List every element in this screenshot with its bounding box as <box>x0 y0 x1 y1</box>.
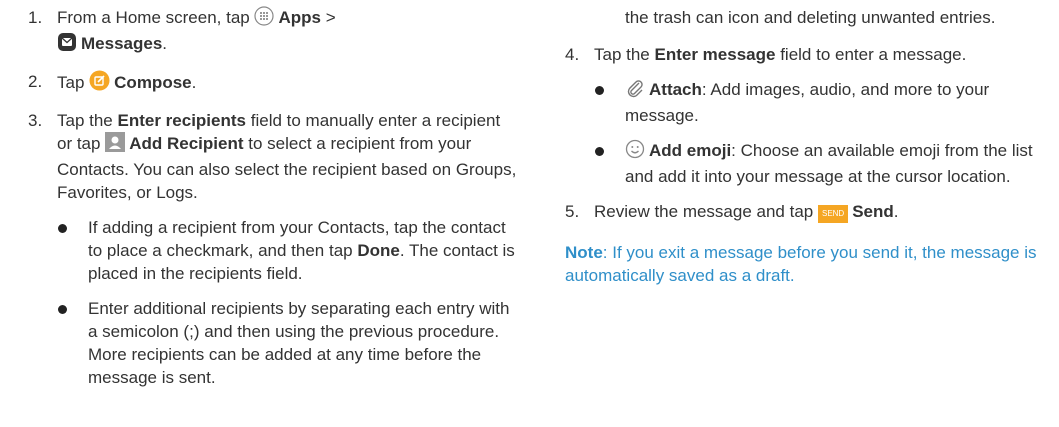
compose-label: Compose <box>114 73 192 92</box>
note-text: : If you exit a message before you send … <box>565 243 1037 285</box>
bullet-text: Enter additional recipients by separatin… <box>88 299 510 387</box>
step-text: Tap the <box>57 111 113 130</box>
step-number: 1. <box>28 8 43 27</box>
attach-label: Attach <box>649 80 702 99</box>
messages-icon <box>57 32 77 58</box>
bullet-attach: Attach: Add images, audio, and more to y… <box>565 78 1055 127</box>
send-icon: SEND <box>817 205 849 223</box>
step-number: 4. <box>565 45 580 64</box>
add-emoji-label: Add emoji <box>649 141 732 160</box>
step-text: field to enter a message. <box>780 45 967 64</box>
apps-label: Apps <box>278 8 321 27</box>
bullet-additional: Enter additional recipients by separatin… <box>28 297 518 389</box>
right-column: the trash can icon and deleting unwanted… <box>565 0 1055 285</box>
compose-icon <box>89 70 110 97</box>
step-1: 1. From a Home screen, tap Apps > Messag… <box>28 6 518 58</box>
continued-bullet-text: the trash can icon and deleting unwanted… <box>625 8 996 27</box>
step-text: Tap the <box>594 45 650 64</box>
step-number: 5. <box>565 202 580 221</box>
smiley-icon <box>625 139 645 165</box>
contact-icon <box>105 132 126 158</box>
step-number: 2. <box>28 72 43 91</box>
step-5: 5. Review the message and tap SEND Send. <box>565 200 1055 223</box>
note-label: Note <box>565 243 603 262</box>
step-3: 3. Tap the Enter recipients field to man… <box>28 109 518 204</box>
step-text: Review the message and tap <box>594 202 814 221</box>
separator: > <box>325 8 336 27</box>
step-text: From a Home screen, tap <box>57 8 250 27</box>
step-text: to select a recipient from your Contacts… <box>57 134 517 202</box>
bullet-contacts: If adding a recipient from your Contacts… <box>28 216 518 285</box>
step-number: 3. <box>28 111 43 130</box>
bullet-emoji: Add emoji: Choose an available emoji fro… <box>565 139 1055 188</box>
send-label: Send <box>852 202 894 221</box>
messages-label: Messages <box>81 34 163 53</box>
paperclip-icon <box>625 78 645 104</box>
bullet-dot <box>595 86 604 95</box>
bullet-dot <box>58 305 67 314</box>
punct: . <box>162 34 168 53</box>
bullet-dot <box>58 224 67 233</box>
bullet-dot <box>595 147 604 156</box>
enter-recipients-label: Enter recipients <box>117 111 247 130</box>
continued-text: the trash can icon and deleting unwanted… <box>565 6 1055 29</box>
note: Note: If you exit a message before you s… <box>565 241 1055 287</box>
done-label: Done <box>357 241 400 260</box>
step-4: 4. Tap the Enter message field to enter … <box>565 43 1055 66</box>
punct: . <box>893 202 899 221</box>
left-column: 1. From a Home screen, tap Apps > Messag… <box>28 0 518 387</box>
step-text: Tap <box>57 73 85 92</box>
enter-message-label: Enter message <box>654 45 776 64</box>
step-2: 2. Tap Compose. <box>28 70 518 97</box>
apps-grid-icon <box>254 6 275 32</box>
add-recipient-label: Add Recipient <box>129 134 244 153</box>
punct: . <box>191 73 197 92</box>
